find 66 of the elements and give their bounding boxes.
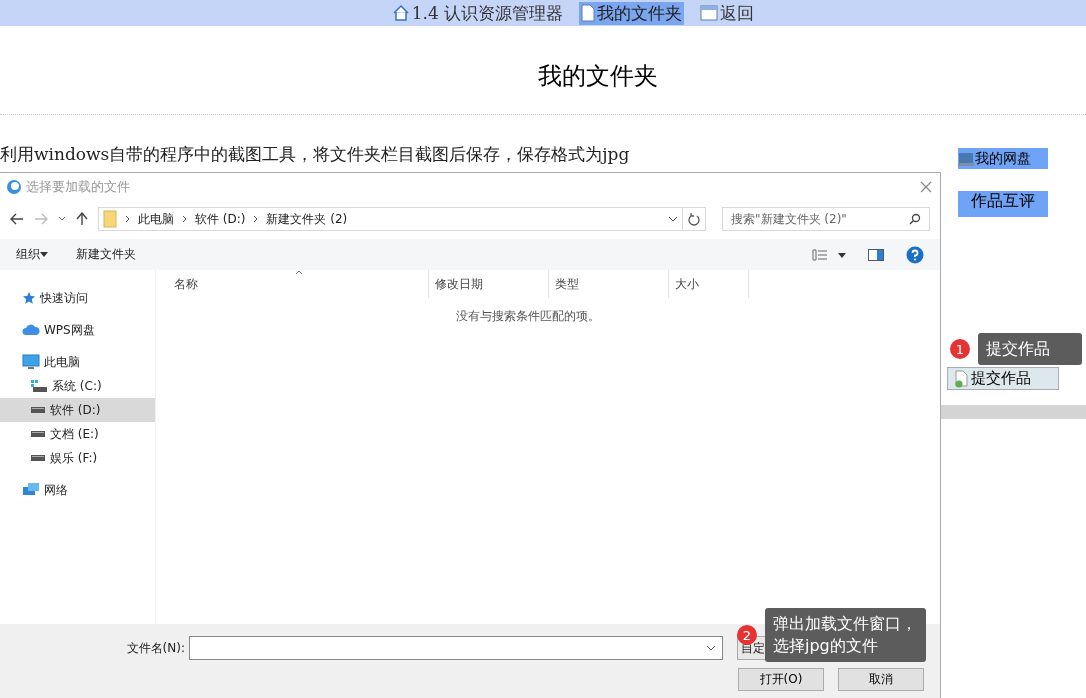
nav-link[interactable]: 我的文件夹 xyxy=(579,1,685,25)
column-header[interactable]: 修改日期 xyxy=(429,270,549,298)
monitor-icon xyxy=(22,354,40,370)
nav-link[interactable]: 1.4 认识资源管理器 xyxy=(389,1,566,25)
new-folder-button[interactable]: 新建文件夹 xyxy=(76,246,136,263)
home-icon xyxy=(391,4,410,22)
step-tooltip: 弹出加载文件窗口，选择jpg的文件 xyxy=(765,608,926,662)
column-header[interactable]: 大小 xyxy=(669,270,749,298)
navigation-item[interactable]: 软件 (D:) xyxy=(0,398,155,422)
dialog-title: 选择要加载的文件 xyxy=(26,178,130,196)
cloud-icon xyxy=(22,324,40,336)
chevron-down-icon xyxy=(706,645,716,651)
drive-icon xyxy=(30,431,46,437)
page-title: 我的文件夹 xyxy=(537,61,659,92)
refresh-button[interactable] xyxy=(683,207,706,231)
dialog-button[interactable]: 打开(O) xyxy=(738,668,824,691)
star-icon xyxy=(22,291,36,305)
breadcrumb-item[interactable]: 新建文件夹 (2) xyxy=(266,210,348,228)
drive-icon xyxy=(30,455,46,461)
folder-icon xyxy=(103,210,117,228)
chevron-down-icon[interactable] xyxy=(668,216,678,222)
instruction-text: 利用windows自带的程序中的截图工具，将文件夹栏目截图后保存，保存格式为jpg xyxy=(0,143,630,166)
chevron-down-icon[interactable] xyxy=(58,216,66,222)
page-icon xyxy=(581,4,596,22)
refresh-icon xyxy=(688,212,700,226)
navigation-item[interactable]: 系统 (C:) xyxy=(0,374,155,398)
side-link-button[interactable]: 作品互评 xyxy=(958,191,1048,217)
window-icon xyxy=(700,5,719,21)
step-number: 1 xyxy=(950,339,970,359)
column-header[interactable]: 名称 xyxy=(156,270,429,298)
column-header[interactable]: 类型 xyxy=(549,270,669,298)
navigation-item[interactable]: 娱乐 (F:) xyxy=(0,446,155,470)
network-icon xyxy=(22,482,40,498)
breadcrumb-item[interactable]: 此电脑 xyxy=(138,210,174,228)
up-arrow-icon[interactable] xyxy=(76,212,88,226)
side-link-button[interactable]: 我的网盘 xyxy=(958,148,1048,169)
close-icon[interactable] xyxy=(920,181,932,193)
add-file-icon xyxy=(954,369,970,388)
breadcrumb-item[interactable]: 软件 (D:) xyxy=(195,210,246,228)
caret-icon xyxy=(40,252,48,257)
address-bar[interactable]: 此电脑 软件 (D:) 新建文件夹 (2) xyxy=(98,207,683,231)
empty-message: 没有与搜索条件匹配的项。 xyxy=(455,308,601,325)
back-arrow-icon[interactable] xyxy=(10,213,24,225)
organize-menu[interactable]: 组织 xyxy=(16,246,48,263)
navigation-item[interactable]: 快速访问 xyxy=(0,286,155,310)
chevron-right-icon xyxy=(253,215,259,223)
drive-icon xyxy=(30,407,46,413)
file-name-field[interactable] xyxy=(189,636,723,660)
chevron-right-icon xyxy=(125,215,130,223)
app-icon xyxy=(6,179,22,195)
submit-button[interactable]: 提交作品 xyxy=(947,367,1059,390)
chevron-right-icon xyxy=(182,215,187,223)
navigation-item[interactable]: 网络 xyxy=(0,478,155,502)
view-options-icon[interactable] xyxy=(812,248,846,261)
dialog-button[interactable]: 取消 xyxy=(838,668,924,691)
step-tooltip: 提交作品 xyxy=(978,333,1082,365)
preview-pane-icon[interactable] xyxy=(868,248,884,261)
search-field[interactable]: 搜索"新建文件夹 (2)" xyxy=(722,207,930,231)
drive-icon xyxy=(30,379,48,393)
navigation-item[interactable]: 此电脑 xyxy=(0,350,155,374)
help-icon[interactable] xyxy=(906,245,924,264)
navigation-item[interactable]: WPS网盘 xyxy=(0,318,155,342)
search-icon xyxy=(909,213,921,225)
navigation-item[interactable]: 文档 (E:) xyxy=(0,422,155,446)
file-name-label: 文件名(N): xyxy=(125,639,186,657)
nav-link[interactable]: 返回 xyxy=(698,1,757,25)
